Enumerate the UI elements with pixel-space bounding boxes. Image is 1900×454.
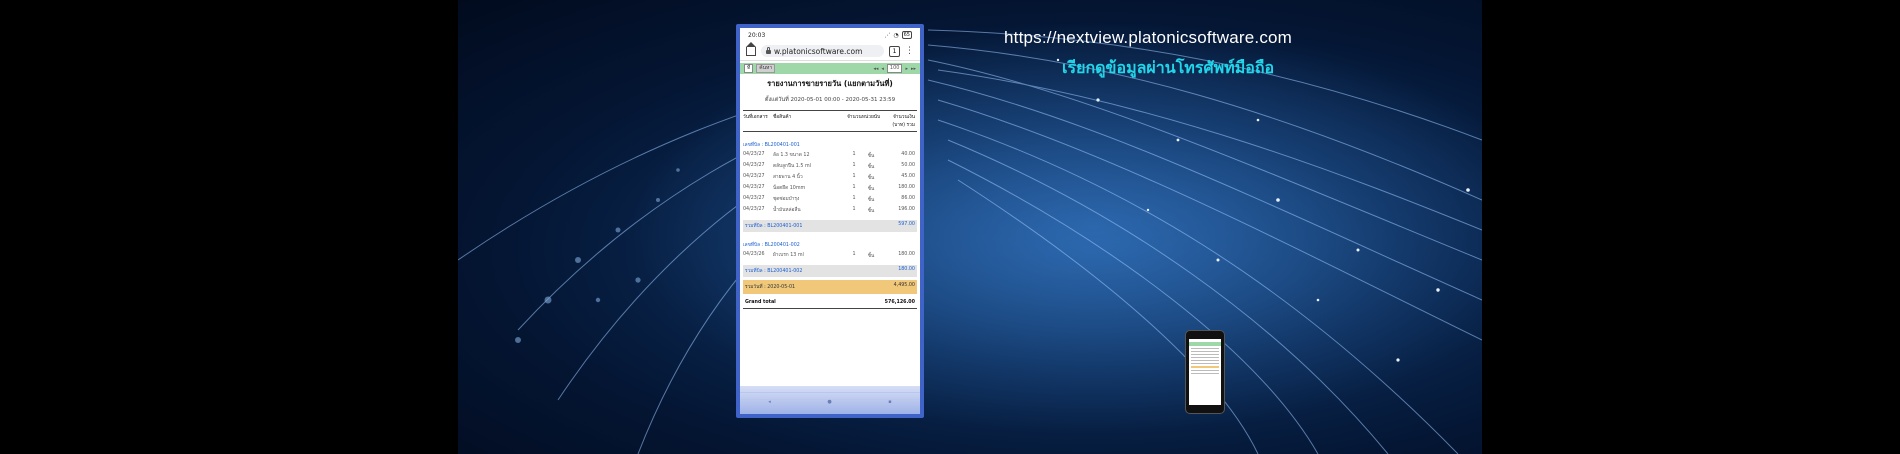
tab-count-button[interactable]: 1 xyxy=(889,45,900,57)
page-navigation: ◂◂ ◂ 100 ▸ ▸▸ xyxy=(873,64,916,73)
screen-footer: ◂ ● ▪ xyxy=(740,386,920,414)
website-url-text: https://nextview.platonicsoftware.com xyxy=(1004,28,1293,47)
prev-page-icon[interactable]: ◂ xyxy=(881,66,884,72)
status-time: 20:03 xyxy=(748,31,766,39)
col-date: วันที่เอกสาร xyxy=(743,115,768,120)
table-row: 04/23/27 น้ำมันหล่อลื่น 1 ชิ้น 196.00 xyxy=(743,207,915,214)
table-row: 04/23/27 ล้อ 1.3 ขนาด 12 1 ชิ้น 40.00 xyxy=(743,152,915,159)
report-toolbar: ที่ ค้นหา ◂◂ ◂ 100 ▸ ▸▸ xyxy=(740,63,920,74)
group-subtotal: รวมที่บิล : BL200401-001 597.00 xyxy=(743,220,917,232)
address-bar[interactable]: w.platonicsoftware.com xyxy=(761,45,884,57)
grand-total: Grand total 576,126.00 xyxy=(743,297,917,309)
table-row: 04/23/26 ผ้าเบรก 13 ml 1 ชิ้น 180.00 xyxy=(743,252,915,259)
mobile-caption-text: เรียกดูข้อมูลผ่านโทรศัพท์มือถือ xyxy=(1062,58,1275,77)
table-row: 04/23/27 ตลับลูกปืน 1.5 ml 1 ชิ้น 50.00 xyxy=(743,163,915,170)
table-row: 04/23/27 น็อตยึด 10mm 1 ชิ้น 180.00 xyxy=(743,185,915,192)
browser-toolbar: w.platonicsoftware.com 1 ⋮ xyxy=(740,41,920,61)
col-qty: จำนวน xyxy=(847,115,862,120)
report-table-header: วันที่เอกสาร ชื่อสินค้า จำนวน หน่วยนับ จ… xyxy=(743,110,917,132)
col-item: ชื่อสินค้า xyxy=(773,115,792,120)
next-page-icon[interactable]: ▸ xyxy=(905,66,908,72)
footer-nav: ◂ ● ▪ xyxy=(740,399,920,405)
home-icon[interactable] xyxy=(746,41,756,56)
back-nav-icon[interactable]: ◂ xyxy=(768,399,771,405)
table-row: 04/23/27 สายพาน 4 นิ้ว 1 ชิ้น 45.00 xyxy=(743,174,915,181)
search-button[interactable]: ค้นหา xyxy=(756,64,776,73)
small-phone-toolbar xyxy=(1189,342,1221,346)
wifi-icon: ◔ xyxy=(893,31,899,39)
group-header: เลขที่บิล : BL200401-001 xyxy=(743,143,800,148)
fiber-lines-graphic xyxy=(458,0,1482,454)
report-title: รายงานการขายรายวัน (แยกตามวันที่) xyxy=(767,79,893,88)
small-phone-screen xyxy=(1189,339,1221,405)
signal-icon: ⋰ xyxy=(884,31,891,39)
report-body: เลขที่บิล : BL200401-001 04/23/27 ล้อ 1.… xyxy=(743,141,917,309)
group-subtotal: รวมที่บิล : BL200401-002 180.00 xyxy=(743,265,917,277)
fiber-optic-background xyxy=(458,0,1482,454)
footer-divider xyxy=(740,392,920,393)
home-nav-icon[interactable]: ● xyxy=(827,399,831,405)
address-bar-text: w.platonicsoftware.com xyxy=(774,46,863,56)
phone-screen: 20:03 ⋰ ◔ 65 w.platonicsoftware.com 1 ⋮ … xyxy=(740,28,920,414)
small-phone-graphic xyxy=(1185,330,1225,414)
stage: https://nextview.platonicsoftware.com เร… xyxy=(0,0,1900,454)
phone-mockup: 20:03 ⋰ ◔ 65 w.platonicsoftware.com 1 ⋮ … xyxy=(736,24,924,418)
recents-nav-icon[interactable]: ▪ xyxy=(888,399,891,405)
status-bar: 20:03 ⋰ ◔ 65 xyxy=(740,28,920,42)
battery-icon: 65 xyxy=(901,31,912,39)
lock-icon xyxy=(766,47,771,54)
zoom-select[interactable]: 100 xyxy=(886,64,903,73)
table-row: 04/23/27 ชุดซ่อมบำรุง 1 ชิ้น 86.00 xyxy=(743,196,915,203)
menu-kebab-icon[interactable]: ⋮ xyxy=(905,46,914,56)
col-unit: หน่วยนับ xyxy=(861,115,881,120)
first-page-icon[interactable]: ◂◂ xyxy=(873,66,878,72)
col-amount: จำนวนเงิน (บาท) รวม xyxy=(892,115,915,128)
group-header: เลขที่บิล : BL200401-002 xyxy=(743,243,800,248)
day-total: รวมวันที่ : 2020-05-01 4,495.00 xyxy=(743,280,917,294)
report-select[interactable]: ที่ xyxy=(744,64,754,73)
last-page-icon[interactable]: ▸▸ xyxy=(911,66,916,72)
status-icons: ⋰ ◔ 65 xyxy=(884,31,912,39)
report-subtitle: ตั้งแต่วันที่ 2020-05-01 00:00 - 2020-05… xyxy=(764,97,896,103)
